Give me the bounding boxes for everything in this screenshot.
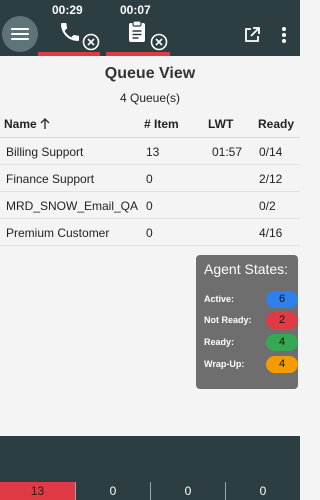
queue-count: 4 Queue(s): [119, 91, 181, 105]
task-workitem[interactable]: 00:07: [106, 0, 170, 56]
phone-icon: [61, 23, 79, 41]
status-cell-alert[interactable]: 13: [0, 482, 75, 500]
column-header-items[interactable]: # Item: [144, 117, 179, 131]
state-count-badge: 4: [266, 356, 298, 373]
queue-items: 0: [146, 226, 153, 240]
status-cell[interactable]: 0: [225, 482, 300, 500]
task-timer: 00:07: [120, 3, 151, 17]
clipboard-icon: [129, 20, 145, 42]
state-label: Active:: [204, 294, 235, 304]
queue-ready: 0/14: [259, 145, 283, 159]
page-title: Queue View: [104, 65, 196, 82]
task-alert-underline: [38, 52, 100, 56]
queue-lwt: 01:57: [212, 145, 243, 159]
queue-name: Premium Customer: [6, 226, 110, 240]
close-circle-icon[interactable]: [150, 33, 168, 51]
task-alert-underline: [106, 52, 170, 56]
task-call[interactable]: 00:29: [38, 0, 100, 56]
column-header-ready[interactable]: Ready: [258, 117, 294, 131]
queue-name: Finance Support: [6, 172, 95, 186]
table-row[interactable]: MRD_SNOW_Email_QA 0 0/2: [0, 192, 300, 219]
queue-items: 0: [146, 172, 153, 186]
queue-items: 13: [146, 145, 160, 159]
open-external-icon[interactable]: [243, 26, 261, 44]
table-row[interactable]: Finance Support 0 2/12: [0, 165, 300, 192]
hamburger-icon: [11, 28, 29, 30]
task-timer: 00:29: [52, 3, 83, 17]
sort-arrow-up-icon[interactable]: [40, 118, 50, 129]
table-row[interactable]: Billing Support 13 01:57 0/14: [0, 138, 300, 165]
state-not-ready: Not Ready: 2: [204, 312, 298, 330]
queue-ready: 0/2: [259, 199, 276, 213]
status-cell[interactable]: 0: [75, 482, 150, 500]
state-label: Not Ready:: [204, 315, 252, 325]
top-bar: 00:29 00:07: [0, 0, 300, 56]
footer-panel: [0, 436, 300, 482]
column-header-name[interactable]: Name: [4, 117, 50, 131]
queue-name: Billing Support: [6, 145, 84, 159]
agent-states-card: Agent States: Active: 6 Not Ready: 2 Rea…: [196, 255, 298, 389]
state-label: Wrap-Up:: [204, 359, 245, 369]
column-header-lwt[interactable]: LWT: [208, 117, 233, 131]
state-count-badge: 6: [266, 291, 298, 308]
state-count-badge: 2: [266, 312, 298, 329]
queue-items: 0: [146, 199, 153, 213]
status-cell[interactable]: 0: [150, 482, 225, 500]
state-count-badge: 4: [266, 334, 298, 351]
close-circle-icon[interactable]: [82, 33, 100, 51]
table-row[interactable]: Premium Customer 0 4/16: [0, 219, 300, 246]
menu-button[interactable]: [2, 16, 38, 52]
state-active: Active: 6: [204, 291, 298, 309]
state-label: Ready:: [204, 337, 235, 347]
state-ready: Ready: 4: [204, 334, 298, 352]
queue-ready: 2/12: [259, 172, 283, 186]
queue-ready: 4/16: [259, 226, 283, 240]
table-header: Name # Item LWT Ready: [0, 112, 300, 138]
queue-name: MRD_SNOW_Email_QA: [6, 199, 139, 213]
agent-states-title: Agent States:: [204, 261, 289, 277]
more-vert-icon[interactable]: [280, 26, 288, 44]
bottom-status-bar: 13 0 0 0: [0, 482, 300, 500]
state-wrap-up: Wrap-Up: 4: [204, 356, 298, 374]
